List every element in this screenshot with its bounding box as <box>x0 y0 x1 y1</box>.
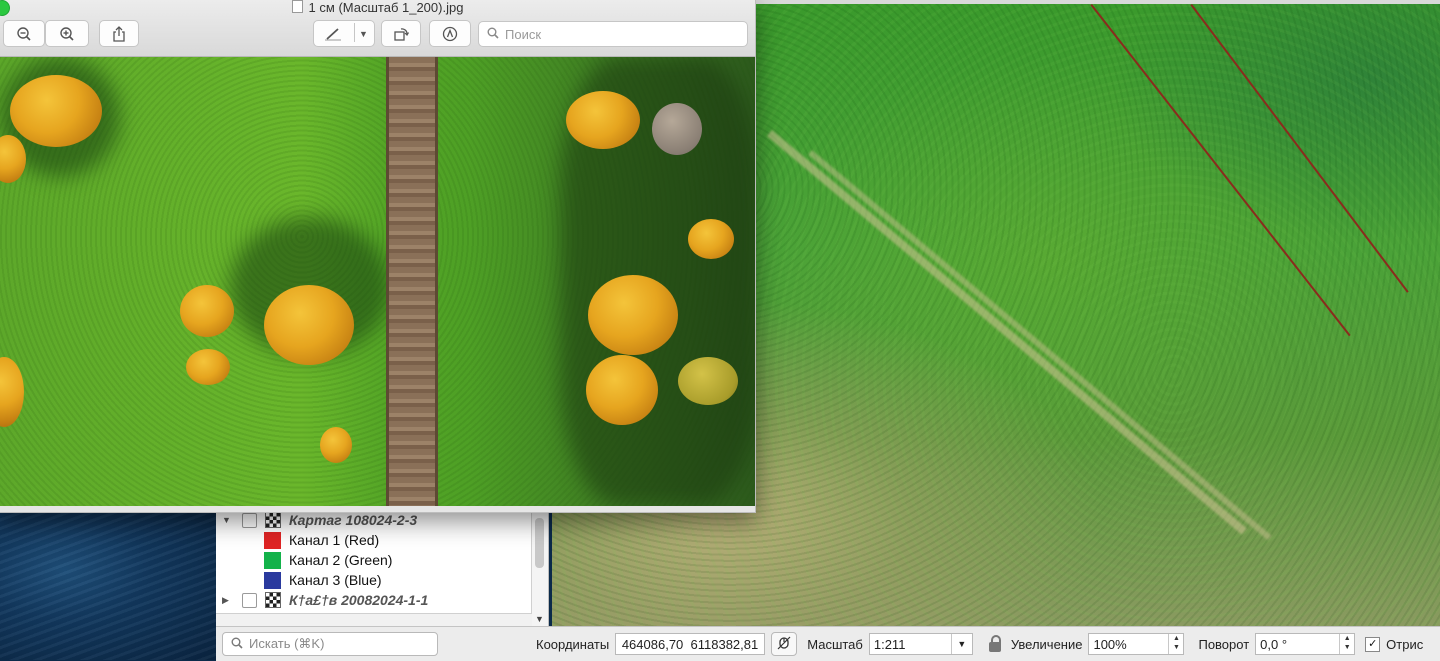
scroll-down-arrow-icon[interactable]: ▼ <box>535 614 544 624</box>
scrollbar-thumb[interactable] <box>535 518 544 568</box>
spin-arrows-icon[interactable]: ▲ ▼ <box>1339 634 1354 654</box>
aerial-photo-image <box>0 57 755 506</box>
magnifier-label: Увеличение <box>1010 636 1083 652</box>
spin-arrows-icon[interactable]: ▲ ▼ <box>1168 634 1183 654</box>
expand-triangle-icon[interactable]: ▶ <box>222 595 236 606</box>
autumn-tree <box>586 355 658 425</box>
band-color-swatch <box>264 551 281 569</box>
render-checkbox[interactable]: ✓ <box>1365 636 1381 652</box>
document-icon <box>291 0 303 13</box>
band-label: Канал 2 (Green) <box>289 552 393 568</box>
search-placeholder: Поиск <box>505 26 542 42</box>
autumn-tree <box>186 349 230 385</box>
layers-vertical-scrollbar[interactable]: ▼ <box>531 510 548 626</box>
layer-group-row[interactable]: ▼ Картаг 108024-2-3 <box>216 510 532 530</box>
map-track-line <box>766 130 1247 535</box>
autumn-tree <box>0 357 24 427</box>
band-row: Канал 3 (Blue) <box>216 570 532 590</box>
coordinates-value: 464086,70 6118382,81 <box>621 636 759 652</box>
map-boundary-line <box>1090 4 1351 337</box>
dropdown-arrow-icon[interactable]: ▼ <box>950 634 972 654</box>
collapse-triangle-icon[interactable]: ▼ <box>222 515 236 525</box>
band-color-swatch <box>264 531 281 549</box>
autumn-tree <box>320 427 352 463</box>
bare-tree <box>652 103 702 155</box>
render-label: Отрис <box>1386 636 1424 652</box>
search-icon <box>487 27 499 42</box>
status-bar: Искать (⌘K) Координаты 464086,70 6118382… <box>216 626 1440 661</box>
dirt-road <box>386 57 438 506</box>
autumn-tree <box>180 285 234 337</box>
autumn-tree <box>264 285 354 365</box>
map-frame-border <box>752 0 1440 4</box>
layers-panel[interactable]: ▼ Картаг 108024-2-3 Канал 1 (Red) Канал … <box>216 510 549 626</box>
zoom-in-icon <box>59 26 75 42</box>
preview-window: 1 см (Масштаб 1_200).jpg ▼ Поиск <box>0 0 756 513</box>
share-icon <box>112 25 126 42</box>
rotation-value: 0,0 ° <box>1260 636 1288 652</box>
markup-pen-button[interactable]: ▼ <box>313 20 375 47</box>
layer-visibility-checkbox[interactable] <box>242 592 257 608</box>
band-row: Канал 2 (Green) <box>216 550 532 570</box>
annotate-button[interactable] <box>429 20 471 47</box>
raster-layer-icon <box>265 512 281 528</box>
autumn-tree <box>566 91 640 149</box>
scale-combobox[interactable]: 1:211 ▼ <box>868 633 973 655</box>
autumn-tree <box>588 275 678 355</box>
scale-value: 1:211 <box>873 636 906 652</box>
autumn-tree <box>10 75 102 147</box>
coordinates-field[interactable]: 464086,70 6118382,81 <box>615 633 766 655</box>
search-placeholder: Искать (⌘K) <box>249 636 325 651</box>
layer-visibility-checkbox[interactable] <box>242 512 257 528</box>
share-button[interactable] <box>99 20 139 47</box>
autumn-tree <box>688 219 734 259</box>
search-icon <box>231 637 243 652</box>
layers-horizontal-scrollbar[interactable] <box>216 613 532 626</box>
preview-titlebar[interactable]: 1 см (Масштаб 1_200).jpg ▼ Поиск <box>0 0 755 57</box>
markup-pen-icon <box>324 27 342 41</box>
layer-group-row[interactable]: ▶ К†а£†в 20082024-1-1 <box>216 590 532 610</box>
chevron-down-icon[interactable]: ▼ <box>359 29 368 39</box>
magnifier-value: 100% <box>1093 636 1127 652</box>
magnifier-spinbox[interactable]: 100% ▲ ▼ <box>1088 633 1185 655</box>
zoom-out-button[interactable] <box>3 20 45 47</box>
map-track-line <box>808 150 1272 541</box>
scale-label: Масштаб <box>807 636 863 652</box>
layer-name: Картаг 108024-2-3 <box>289 512 418 528</box>
rotate-icon <box>393 26 409 42</box>
locator-search-input[interactable]: Искать (⌘K) <box>222 632 438 656</box>
annotate-icon <box>442 26 458 42</box>
band-color-swatch <box>264 571 281 589</box>
rotation-label: Поворот <box>1198 636 1250 652</box>
zoom-out-icon <box>16 26 32 42</box>
band-label: Канал 1 (Red) <box>289 532 380 548</box>
preview-bottom-edge <box>0 506 755 512</box>
preview-search-input[interactable]: Поиск <box>478 21 748 47</box>
zoom-in-button[interactable] <box>45 20 89 47</box>
raster-layer-icon <box>265 592 281 608</box>
coordinates-label: Координаты <box>536 636 610 652</box>
layer-name: К†а£†в 20082024-1-1 <box>289 592 429 608</box>
toggle-extents-button[interactable] <box>771 632 798 656</box>
window-title: 1 см (Масштаб 1_200).jpg <box>0 0 755 15</box>
lock-scale-icon[interactable] <box>988 634 1001 652</box>
band-row: Канал 1 (Red) <box>216 530 532 550</box>
desktop-background <box>0 510 216 660</box>
rotate-button[interactable] <box>381 20 421 47</box>
rotation-spinbox[interactable]: 0,0 ° ▲ ▼ <box>1255 633 1356 655</box>
mouse-icon <box>777 636 791 653</box>
band-label: Канал 3 (Blue) <box>289 572 382 588</box>
green-tree <box>678 357 738 405</box>
map-boundary-line <box>1190 4 1409 293</box>
